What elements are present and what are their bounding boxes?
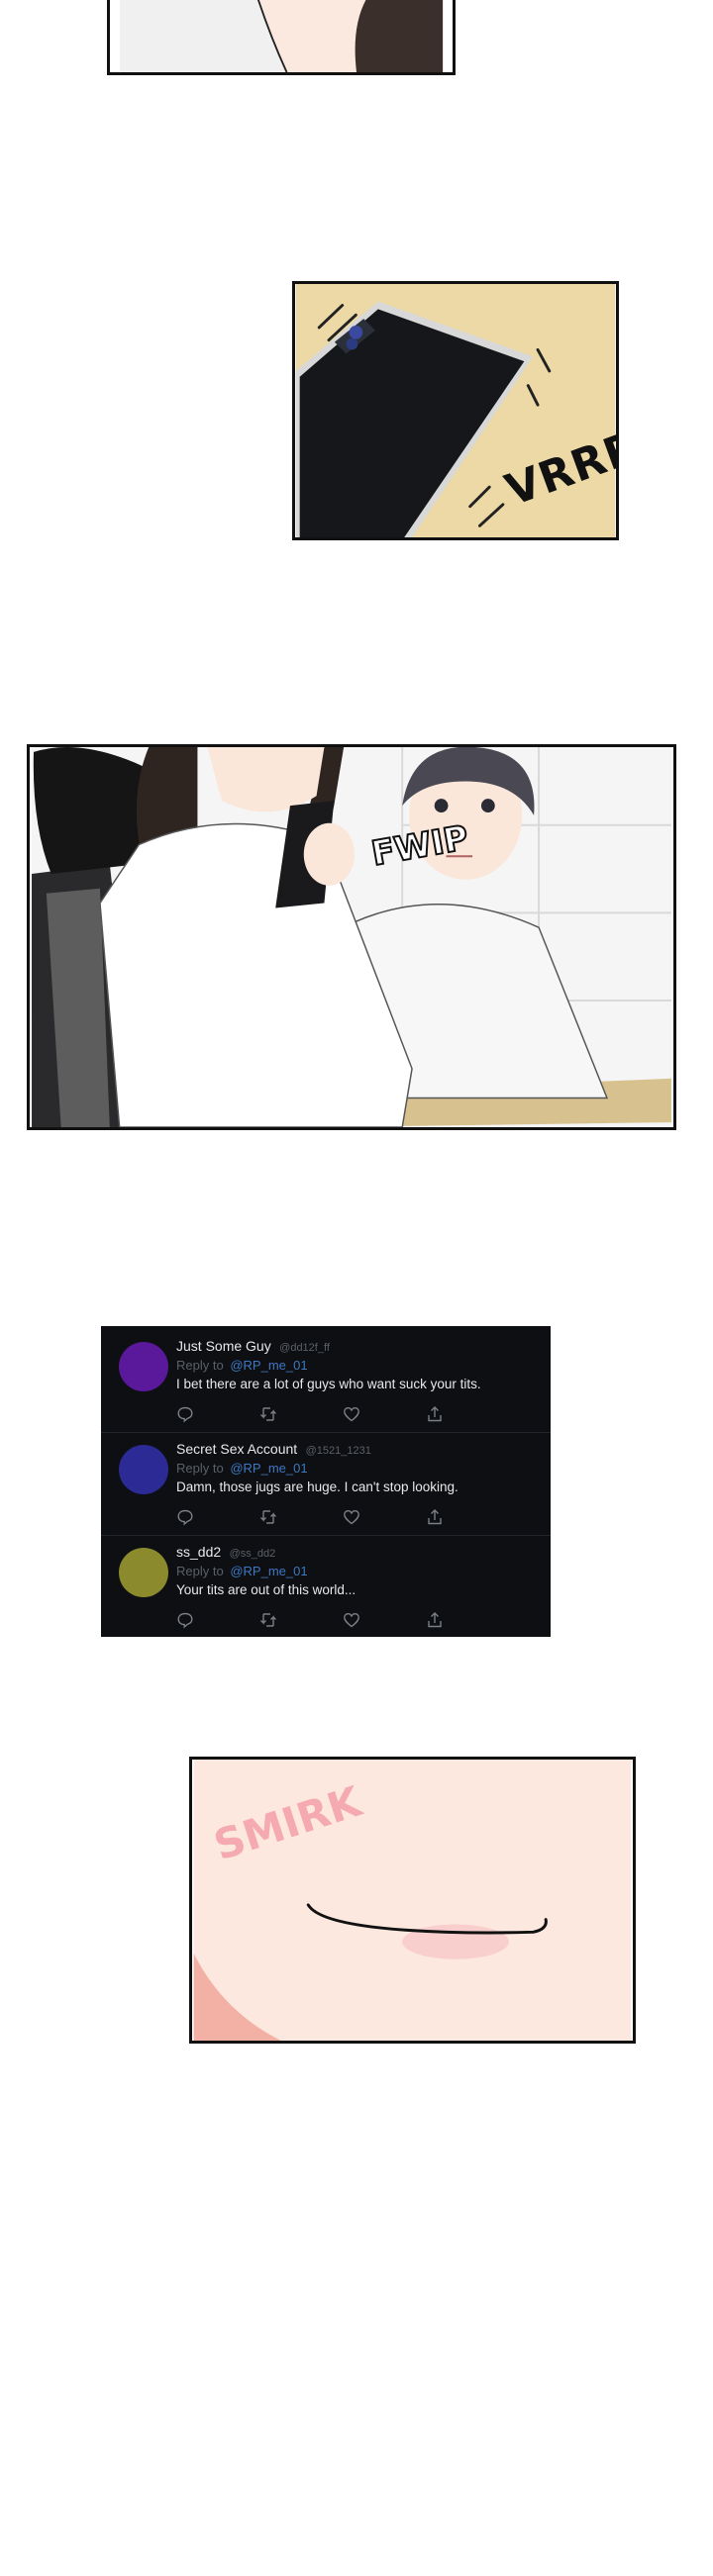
- tweet-text: I bet there are a lot of guys who want s…: [176, 1377, 481, 1391]
- reply-to-label: Reply to: [176, 1461, 224, 1476]
- tweet-author-name[interactable]: Just Some Guy: [176, 1338, 271, 1354]
- share-icon[interactable]: [426, 1405, 444, 1423]
- tweet-text: Your tits are out of this world...: [176, 1582, 356, 1597]
- tweet-actions: [176, 1405, 463, 1423]
- tweet-reply[interactable]: Secret Sex Account @1521_1231 Reply to @…: [101, 1433, 551, 1536]
- smirk-illustration: [193, 1760, 632, 2041]
- retweet-icon[interactable]: [259, 1611, 277, 1629]
- panel-phone: VRRR-: [292, 281, 619, 540]
- reply-to-mention[interactable]: @RP_me_01: [230, 1461, 307, 1476]
- reply-to-mention[interactable]: @RP_me_01: [230, 1358, 307, 1373]
- avatar[interactable]: [119, 1445, 168, 1494]
- like-icon[interactable]: [343, 1508, 360, 1526]
- tweet-text: Damn, those jugs are huge. I can't stop …: [176, 1479, 458, 1494]
- comment-icon[interactable]: [176, 1611, 194, 1629]
- tweet-reply[interactable]: Just Some Guy @dd12f_ff Reply to @RP_me_…: [101, 1330, 551, 1433]
- panel-top-art: [119, 0, 444, 72]
- avatar[interactable]: [119, 1342, 168, 1391]
- like-icon[interactable]: [343, 1611, 360, 1629]
- share-icon[interactable]: [426, 1611, 444, 1629]
- reply-to-mention[interactable]: @RP_me_01: [230, 1564, 307, 1578]
- share-icon[interactable]: [426, 1508, 444, 1526]
- comment-icon[interactable]: [176, 1405, 194, 1423]
- tweet-reply[interactable]: ss_dd2 @ss_dd2 Reply to @RP_me_01 Your t…: [101, 1536, 551, 1639]
- panel-classroom: FWIP: [27, 744, 676, 1130]
- phone-illustration: [295, 284, 616, 537]
- retweet-icon[interactable]: [259, 1508, 277, 1526]
- tweet-author-handle: @1521_1231: [305, 1445, 371, 1457]
- reply-to-label: Reply to: [176, 1358, 224, 1373]
- tweet-author-handle: @ss_dd2: [229, 1548, 276, 1560]
- avatar[interactable]: [119, 1548, 168, 1597]
- reply-to-label: Reply to: [176, 1564, 224, 1578]
- like-icon[interactable]: [343, 1405, 360, 1423]
- tweet-actions: [176, 1508, 463, 1526]
- tweet-replies-panel: Just Some Guy @dd12f_ff Reply to @RP_me_…: [101, 1326, 551, 1637]
- tweet-author-name[interactable]: Secret Sex Account: [176, 1441, 297, 1457]
- tweet-author-handle: @dd12f_ff: [279, 1342, 330, 1354]
- tweet-author-name[interactable]: ss_dd2: [176, 1544, 221, 1560]
- comment-icon[interactable]: [176, 1508, 194, 1526]
- panel-top: [107, 0, 456, 75]
- tweet-actions: [176, 1611, 463, 1629]
- classroom-illustration: [32, 747, 671, 1127]
- panel-smirk: SMIRK: [189, 1757, 636, 2044]
- retweet-icon[interactable]: [259, 1405, 277, 1423]
